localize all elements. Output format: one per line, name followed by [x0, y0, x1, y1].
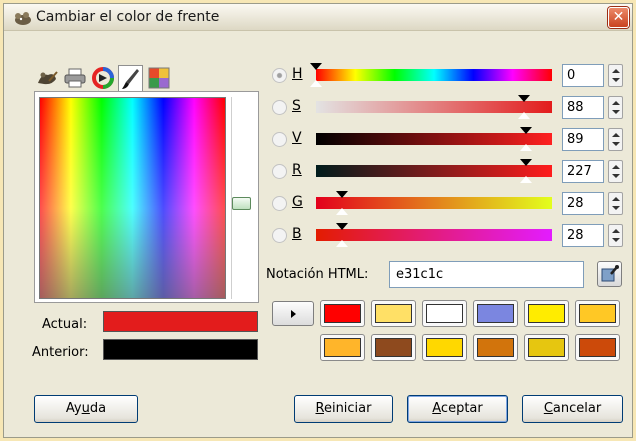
- actual-label: Actual:: [42, 317, 88, 332]
- channel-spin-buttons-r[interactable]: [608, 160, 623, 183]
- channel-radio-r[interactable]: [272, 164, 287, 179]
- anterior-label: Anterior:: [32, 345, 89, 360]
- channel-label-b: B: [292, 226, 302, 242]
- help-button[interactable]: Ayuda: [34, 395, 138, 423]
- tab-wheel-selector[interactable]: [90, 65, 115, 91]
- channel-radio-s[interactable]: [272, 100, 287, 115]
- history-swatch[interactable]: [422, 300, 467, 327]
- tab-gimp-selector[interactable]: [34, 65, 59, 91]
- history-swatch[interactable]: [575, 334, 620, 361]
- channel-spin-buttons-b[interactable]: [608, 224, 623, 247]
- history-swatch[interactable]: [371, 300, 416, 327]
- tab-cmyk-selector[interactable]: [62, 65, 87, 91]
- history-swatch[interactable]: [371, 334, 416, 361]
- color-picker-area: [34, 91, 259, 303]
- channel-value-g[interactable]: 28: [562, 192, 604, 215]
- channel-slider-g[interactable]: [316, 197, 552, 209]
- channel-slider-s[interactable]: [316, 101, 552, 113]
- value-slider-track[interactable]: [231, 97, 251, 299]
- channel-radio-h[interactable]: [272, 68, 287, 83]
- history-swatch[interactable]: [575, 300, 620, 327]
- channel-label-v: V: [292, 130, 302, 146]
- gimp-icon: [37, 71, 58, 85]
- gimp-icon: [15, 12, 31, 25]
- accept-button[interactable]: Aceptar: [407, 395, 508, 423]
- reset-button[interactable]: Reiniciar: [294, 395, 393, 423]
- color-wheel-icon: [91, 67, 114, 89]
- channel-label-s: S: [292, 98, 301, 114]
- channel-value-b[interactable]: 28: [562, 224, 604, 247]
- value-slider-handle[interactable]: [232, 197, 251, 210]
- previous-color-swatch[interactable]: [103, 339, 258, 360]
- html-notation-input[interactable]: [389, 261, 584, 288]
- palette-icon: [148, 67, 169, 89]
- history-swatch[interactable]: [473, 334, 518, 361]
- title-bar[interactable]: Cambiar el color de frente ✕: [4, 4, 632, 31]
- tab-palette-selector[interactable]: [146, 65, 171, 91]
- history-swatch[interactable]: [524, 334, 569, 361]
- color-picker-button[interactable]: [597, 261, 622, 287]
- channel-slider-h[interactable]: [316, 69, 552, 81]
- html-notation-label: Notación HTML:: [266, 267, 369, 282]
- channel-value-s[interactable]: 88: [562, 96, 604, 119]
- channel-radio-g[interactable]: [272, 196, 287, 211]
- channel-value-r[interactable]: 227: [562, 160, 604, 183]
- history-swatch[interactable]: [320, 300, 365, 327]
- history-swatch[interactable]: [320, 334, 365, 361]
- close-icon: ✕: [612, 9, 625, 25]
- channel-slider-r[interactable]: [316, 165, 552, 177]
- channel-radio-v[interactable]: [272, 132, 287, 147]
- channel-slider-v[interactable]: [316, 133, 552, 145]
- window-title: Cambiar el color de frente: [36, 9, 220, 25]
- channel-spin-buttons-h[interactable]: [608, 64, 623, 87]
- channel-radio-b[interactable]: [272, 228, 287, 243]
- channel-label-h: H: [292, 66, 303, 82]
- color-dialog: Cambiar el color de frente ✕ Actual: Ant…: [3, 3, 633, 438]
- channel-slider-b[interactable]: [316, 229, 552, 241]
- channel-spin-buttons-g[interactable]: [608, 192, 623, 215]
- channel-label-r: R: [292, 162, 302, 178]
- history-swatch[interactable]: [473, 300, 518, 327]
- history-swatch[interactable]: [524, 300, 569, 327]
- channel-label-g: G: [292, 194, 303, 210]
- close-button[interactable]: ✕: [608, 7, 629, 28]
- eyedropper-icon: [601, 265, 619, 282]
- printer-icon: [64, 68, 85, 88]
- history-swatch[interactable]: [422, 334, 467, 361]
- channel-spin-buttons-v[interactable]: [608, 128, 623, 151]
- current-color-swatch: [103, 311, 258, 332]
- tab-scales-selector[interactable]: [118, 65, 143, 91]
- channel-value-v[interactable]: 89: [562, 128, 604, 151]
- channel-value-h[interactable]: 0: [562, 64, 604, 87]
- cancel-button[interactable]: Cancelar: [522, 395, 623, 423]
- channel-spin-buttons-s[interactable]: [608, 96, 623, 119]
- saturation-value-square[interactable]: [39, 97, 226, 299]
- brush-icon: [121, 68, 139, 89]
- add-to-history-button[interactable]: [272, 301, 314, 326]
